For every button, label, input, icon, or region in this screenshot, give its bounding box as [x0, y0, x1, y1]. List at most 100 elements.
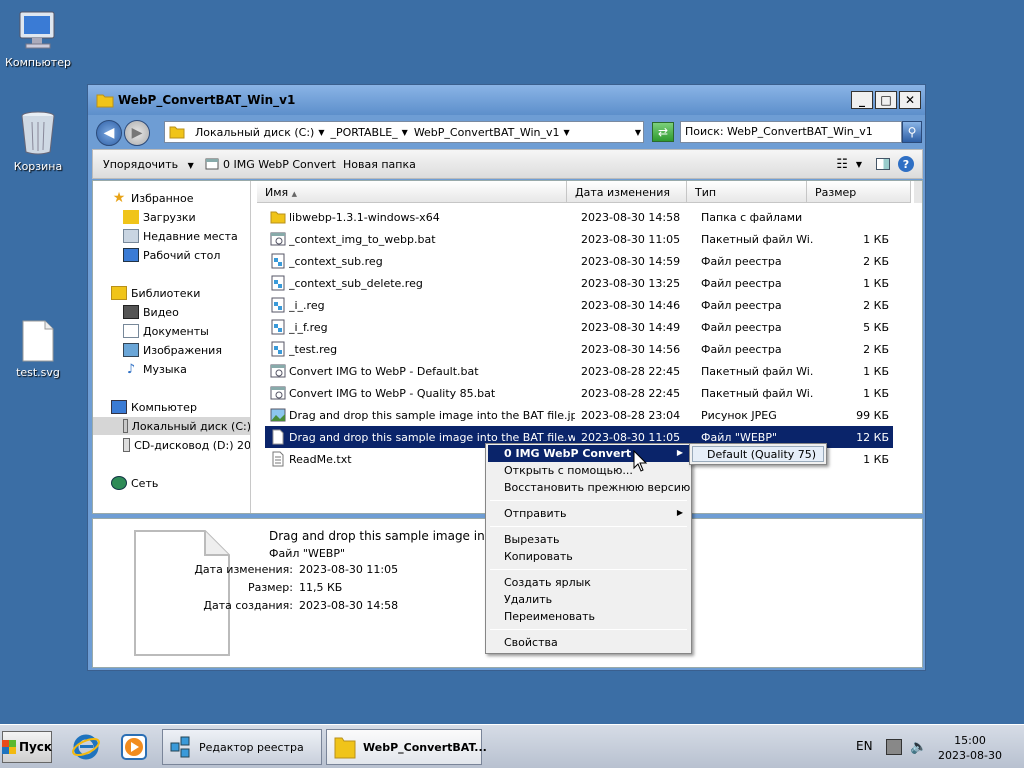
- desktop-icon-label: test.svg: [16, 366, 60, 379]
- nav-downloads[interactable]: Загрузки: [93, 208, 250, 226]
- new-folder-button[interactable]: Новая папка: [343, 158, 416, 171]
- menu-item-cut[interactable]: Вырезать: [488, 531, 689, 548]
- nav-documents[interactable]: Документы: [93, 322, 250, 340]
- menu-item-rename[interactable]: Переименовать: [488, 608, 689, 625]
- file-type: Пакетный файл Wi...: [701, 365, 813, 378]
- desktop-icon-label: Корзина: [13, 160, 63, 173]
- breadcrumb-item[interactable]: Локальный диск (C:): [195, 126, 314, 139]
- submenu-item-default[interactable]: Default (Quality 75): [692, 446, 824, 462]
- nav-favorites[interactable]: ★ Избранное: [93, 189, 250, 207]
- file-row[interactable]: _context_sub_delete.reg 2023-08-30 13:25 Ф…: [265, 272, 893, 294]
- chevron-down-icon[interactable]: ▼: [564, 128, 570, 137]
- organize-button[interactable]: Упорядочить ▼: [103, 158, 194, 171]
- back-button[interactable]: ◀: [96, 120, 122, 146]
- title-bar[interactable]: WebP_ConvertBAT_Win_v1 _ □ ✕: [88, 85, 925, 115]
- address-dropdown-icon[interactable]: ▼: [630, 121, 646, 143]
- nav-label: Недавние места: [143, 229, 238, 243]
- arrow-left-icon: ◀: [103, 125, 115, 141]
- column-header-size[interactable]: Размер: [807, 181, 911, 203]
- chevron-down-icon[interactable]: ▼: [856, 160, 862, 169]
- column-header-name[interactable]: Имя ▲: [257, 181, 567, 203]
- file-type: Рисунок JPEG: [701, 409, 777, 422]
- file-row[interactable]: _test.reg 2023-08-30 14:56 Файл реестра 2 К…: [265, 338, 893, 360]
- forward-button[interactable]: ▶: [124, 120, 150, 146]
- nav-video[interactable]: Видео: [93, 303, 250, 321]
- reg-file-icon: [270, 297, 286, 313]
- file-row[interactable]: _i_f.reg 2023-08-30 14:49 Файл реестра 5 КБ: [265, 316, 893, 338]
- menu-item-open-with[interactable]: Открыть с помощью...: [488, 462, 689, 479]
- volume-icon[interactable]: 🔈: [910, 739, 927, 755]
- nav-recent[interactable]: Недавние места: [93, 227, 250, 245]
- file-name: Convert IMG to WebP - Default.bat: [289, 365, 479, 378]
- menu-item-create-shortcut[interactable]: Создать ярлык: [488, 574, 689, 591]
- menu-item-copy[interactable]: Копировать: [488, 548, 689, 565]
- preview-pane-icon[interactable]: [876, 158, 890, 170]
- convert-button[interactable]: 0 IMG WebP Convert: [205, 158, 336, 171]
- folder-icon: [169, 126, 185, 139]
- file-date: 2023-08-30 11:05: [581, 233, 681, 246]
- submenu-arrow-icon: ▶: [676, 508, 683, 517]
- menu-item-restore[interactable]: Восстановить прежнюю версию: [488, 479, 690, 496]
- file-type: Файл реестра: [701, 299, 782, 312]
- internet-explorer-button[interactable]: [70, 731, 102, 763]
- file-row[interactable]: Convert IMG to WebP - Quality 85.bat 2023…: [265, 382, 893, 404]
- file-date: 2023-08-28 22:45: [581, 387, 681, 400]
- nav-label: Избранное: [131, 191, 194, 205]
- close-button[interactable]: ✕: [899, 91, 921, 109]
- desktop-icon-test-svg[interactable]: test.svg: [0, 320, 76, 379]
- taskbar-regedit[interactable]: Редактор реестра: [162, 729, 322, 765]
- nav-desktop[interactable]: Рабочий стол: [93, 246, 250, 264]
- address-field[interactable]: Локальный диск (C:) ▼ _PORTABLE_ ▼ WebP_…: [164, 121, 644, 143]
- nav-cd-drive[interactable]: CD-дисковод (D:) 20: [93, 436, 250, 454]
- file-date: 2023-08-30 14:59: [581, 255, 681, 268]
- cd-drive-icon: [123, 438, 131, 452]
- breadcrumb-item[interactable]: _PORTABLE_: [331, 126, 398, 139]
- network-icon: [111, 476, 127, 490]
- menu-item-delete[interactable]: Удалить: [488, 591, 689, 608]
- network-tray-icon[interactable]: [886, 739, 902, 755]
- clock[interactable]: 15:00 2023-08-30: [938, 733, 1002, 763]
- bat-file-icon: [205, 158, 219, 170]
- file-type: Пакетный файл Wi...: [701, 387, 813, 400]
- nav-label: Рабочий стол: [143, 248, 221, 262]
- computer-icon: [19, 11, 55, 49]
- details-label: Размер:: [248, 581, 293, 594]
- search-input[interactable]: Поиск: WebP_ConvertBAT_Win_v1: [680, 121, 902, 143]
- nav-music[interactable]: ♪ Музыка: [93, 360, 250, 378]
- media-player-button[interactable]: [118, 731, 150, 763]
- file-row[interactable]: Drag and drop this sample image into the…: [265, 404, 893, 426]
- file-row[interactable]: libwebp-1.3.1-windows-x64 2023-08-30 14:5…: [265, 206, 893, 228]
- recent-places-icon: [123, 229, 139, 243]
- nav-local-disk[interactable]: Локальный диск (C:): [93, 417, 250, 435]
- desktop-icon-computer[interactable]: Компьютер: [0, 10, 76, 69]
- file-row[interactable]: _i_.reg 2023-08-30 14:46 Файл реестра 2 КБ: [265, 294, 893, 316]
- maximize-button[interactable]: □: [875, 91, 897, 109]
- arrow-right-icon: ▶: [131, 125, 143, 141]
- view-options-icon[interactable]: ☷: [836, 157, 848, 172]
- refresh-button[interactable]: ⇄: [652, 122, 674, 142]
- file-row[interactable]: _context_sub.reg 2023-08-30 14:59 Файл рее…: [265, 250, 893, 272]
- reg-file-icon: [270, 319, 286, 335]
- file-row[interactable]: _context_img_to_webp.bat 2023-08-30 11:05…: [265, 228, 893, 250]
- nav-computer[interactable]: Компьютер: [93, 398, 250, 416]
- minimize-button[interactable]: _: [851, 91, 873, 109]
- breadcrumb-item[interactable]: WebP_ConvertBAT_Win_v1: [414, 126, 560, 139]
- desktop-icon-recycle-bin[interactable]: Корзина: [0, 110, 76, 173]
- nav-libraries[interactable]: Библиотеки: [93, 284, 250, 302]
- column-header-type[interactable]: Тип: [687, 181, 807, 203]
- language-indicator[interactable]: EN: [856, 739, 873, 753]
- taskbar-explorer[interactable]: WebP_ConvertBAT...: [326, 729, 487, 765]
- computer-icon: [111, 400, 127, 414]
- chevron-down-icon[interactable]: ▼: [402, 128, 408, 137]
- help-icon[interactable]: ?: [898, 156, 914, 172]
- nav-network[interactable]: Сеть: [93, 474, 250, 492]
- menu-item-send-to[interactable]: Отправить ▶: [488, 505, 689, 522]
- chevron-down-icon[interactable]: ▼: [318, 128, 324, 137]
- column-header-date[interactable]: Дата изменения: [567, 181, 687, 203]
- menu-item-properties[interactable]: Свойства: [488, 634, 689, 651]
- start-button[interactable]: Пуск: [1, 731, 52, 763]
- menu-item-convert[interactable]: 0 IMG WebP Convert ▶: [488, 445, 689, 462]
- file-row[interactable]: Convert IMG to WebP - Default.bat 2023-08…: [265, 360, 893, 382]
- nav-pictures[interactable]: Изображения: [93, 341, 250, 359]
- search-button[interactable]: ⚲: [902, 121, 922, 143]
